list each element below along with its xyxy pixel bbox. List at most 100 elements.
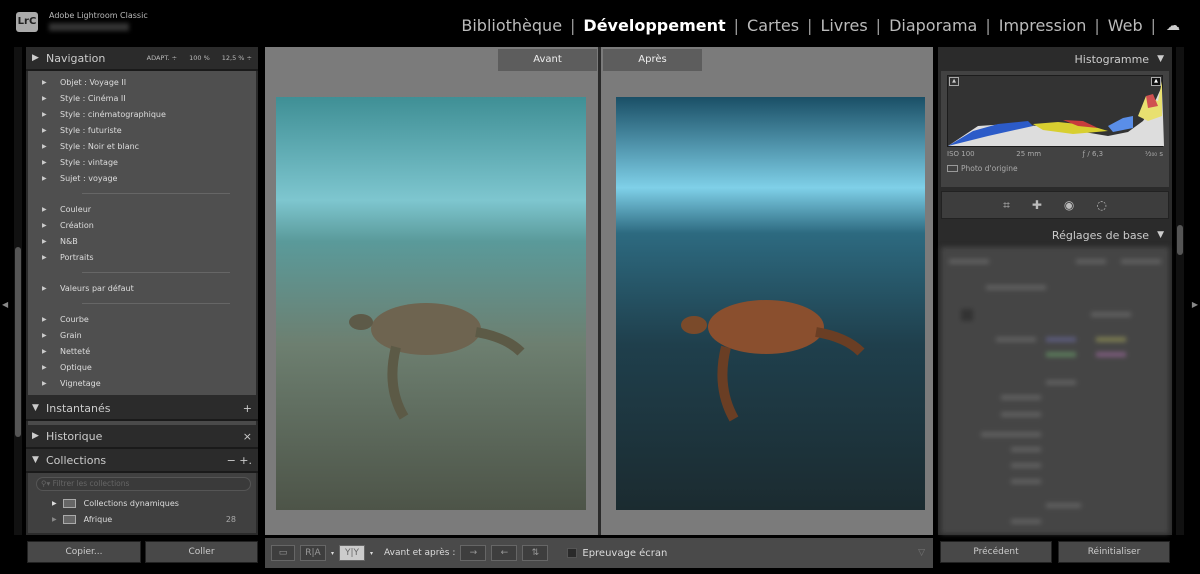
expand-icon: ▶ [32,53,39,63]
after-photo[interactable] [616,97,925,510]
healing-icon[interactable]: ✚ [1032,198,1042,212]
expand-icon: ▶ [42,221,47,229]
preset-group-label: N&B [60,236,78,246]
expand-icon: ▶ [42,237,47,245]
collection-item[interactable]: ▶ Afrique 28 [28,511,256,527]
module-slideshow[interactable]: Diaporama [881,16,985,35]
preset-group-label: Sujet : voyage [60,173,118,183]
basic-settings-blurred [941,247,1169,534]
toolbar: ▭ R|A ▾ Y|Y ▾ Avant et après : → ← ⇅ Epreu… [265,538,933,568]
before-photo[interactable] [276,97,586,510]
collapse-right-icon[interactable]: ▶ [1192,300,1198,309]
preset-group[interactable]: ▶ Création [28,217,256,233]
mask-icon[interactable]: ◌ [1096,198,1106,212]
preset-group[interactable]: ▶ Valeurs par défaut [28,280,256,296]
module-map[interactable]: Cartes [739,16,807,35]
right-scrollbar[interactable] [1176,47,1184,535]
snapshots-header[interactable]: ▼ Instantanés + [26,397,258,421]
shutter-speed: ¹⁄₂₀₀ s [1144,150,1163,158]
presets-list: ▶ Objet : Voyage II ▶ Style : Cinéma II ▶ Sty… [28,71,256,395]
module-web[interactable]: Web [1100,16,1151,35]
zoom-custom[interactable]: 12,5 % ÷ [222,54,252,62]
preset-group-label: Vignetage [60,378,101,388]
highlight-clipping-toggle[interactable]: ▲ [1151,77,1161,86]
identity-plate-blurred [49,23,129,31]
reset-button[interactable]: Réinitialiser [1058,541,1170,563]
expand-icon: ▶ [42,142,47,150]
preset-group[interactable]: ▶ Objet : Voyage II [28,74,256,90]
red-eye-icon[interactable]: ◉ [1064,198,1074,212]
aperture: ƒ / 6,3 [1082,150,1104,158]
preset-group[interactable]: ▶ Netteté [28,343,256,359]
preset-group-label: Style : Noir et blanc [60,141,140,151]
collection-item[interactable]: ▶ Collections dynamiques [28,495,256,511]
cloud-icon[interactable]: ☁ [1166,18,1180,34]
basic-title: Réglages de base [1051,228,1150,242]
preset-group[interactable]: ▶ N&B [28,233,256,249]
preset-group-label: Valeurs par défaut [60,283,134,293]
smart-collection-icon [62,498,76,508]
collections-header[interactable]: ▼ Collections − +. [26,449,258,473]
ra-view-button[interactable]: R|A [300,545,326,561]
module-develop[interactable]: Développement [575,16,733,35]
copy-button[interactable]: Copier... [27,541,141,563]
zoom-fit[interactable]: ADAPT. ÷ [147,54,177,62]
expand-icon: ▶ [42,158,47,166]
loupe-view-button[interactable]: ▭ [271,545,295,561]
divider [598,47,601,535]
expand-icon: ▶ [42,315,47,323]
add-snapshot-button[interactable]: + [243,402,252,415]
preset-group[interactable]: ▶ Portraits [28,249,256,265]
collections-title: Collections [46,453,107,467]
collection-filter-input[interactable]: ⚲▾ Filtrer les collections [36,477,251,491]
swap-button[interactable]: ⇅ [522,545,549,561]
focal-length: 25 mm [1016,150,1042,158]
histogram-header[interactable]: Histogramme ▼ [938,47,1172,71]
shadow-clipping-toggle[interactable]: ▲ [949,77,959,86]
preset-group[interactable]: ▶ Couleur [28,201,256,217]
preset-group[interactable]: ▶ Sujet : voyage [28,170,256,186]
history-header[interactable]: ▶ Historique × [26,425,258,449]
original-photo-toggle[interactable]: Photo d'origine [947,164,1163,173]
copy-after-to-before-button[interactable]: ← [491,545,518,561]
collection-set-icon [62,514,76,524]
soft-proof-label: Epreuvage écran [582,547,668,559]
paste-button[interactable]: Coller [145,541,258,563]
preset-group[interactable]: ▶ Grain [28,327,256,343]
clear-history-button[interactable]: × [243,430,252,443]
collapse-left-icon[interactable]: ◀ [2,300,8,309]
basic-header[interactable]: Réglages de base ▼ [938,223,1172,247]
preset-group[interactable]: ▶ Style : futuriste [28,122,256,138]
crop-icon[interactable]: ⌗ [1003,198,1010,213]
expand-icon: ▶ [42,94,47,102]
preset-group[interactable]: ▶ Style : Noir et blanc [28,138,256,154]
expand-icon: ▶ [42,174,47,182]
preset-group-label: Création [60,220,94,230]
preset-group[interactable]: ▶ Courbe [28,311,256,327]
right-panel: Histogramme ▼ ▲ ▲ ISO 100 25 mm ƒ / 6,3 ¹⁄₂₀… [938,47,1172,535]
collection-actions[interactable]: − +. [227,454,252,467]
previous-button[interactable]: Précédent [940,541,1052,563]
module-print[interactable]: Impression [991,16,1095,35]
toolbar-menu-icon[interactable]: ▽ [918,548,925,558]
module-book[interactable]: Livres [812,16,875,35]
preset-group[interactable]: ▶ Style : vintage [28,154,256,170]
preset-group[interactable]: ▶ Style : cinématographique [28,106,256,122]
preset-group[interactable]: ▶ Vignetage [28,375,256,391]
copy-before-to-after-button[interactable]: → [460,545,487,561]
preset-group-label: Objet : Voyage II [60,77,127,87]
left-scrollbar[interactable] [14,47,22,535]
yy-view-button[interactable]: Y|Y [339,545,366,561]
history-title: Historique [46,429,103,443]
expand-icon: ▶ [42,363,47,371]
preset-group[interactable]: ▶ Style : Cinéma II [28,90,256,106]
snapshots-title: Instantanés [46,401,111,415]
module-library[interactable]: Bibliothèque [453,16,570,35]
navigation-header[interactable]: ▶ Navigation ADAPT. ÷ 100 % 12,5 % ÷ [26,47,258,71]
preset-group[interactable]: ▶ Optique [28,359,256,375]
soft-proof-checkbox[interactable] [567,548,578,558]
expand-icon: ▶ [42,126,47,134]
zoom-100[interactable]: 100 % [189,54,210,62]
histogram-graph [948,81,1164,146]
divider [82,272,230,273]
